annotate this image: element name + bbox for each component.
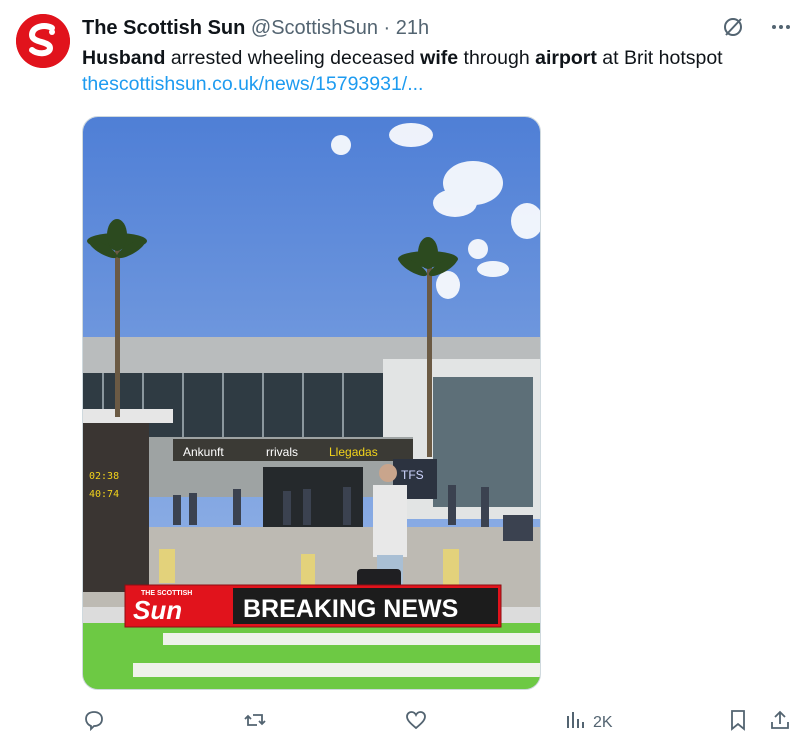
tweet-image[interactable]: Ankunft rrivals Llegadas TFS 02:38 40:74: [82, 116, 541, 690]
author-handle[interactable]: @ScottishSun: [251, 17, 378, 39]
retweet-icon: [243, 708, 267, 737]
tweet-time[interactable]: 21h: [396, 17, 429, 39]
text-plain-1: arrested wheeling deceased: [165, 47, 421, 69]
share-button[interactable]: [768, 708, 792, 737]
reply-icon: [82, 708, 106, 737]
avatar[interactable]: [16, 14, 70, 68]
views-icon: [565, 708, 587, 737]
bookmark-button[interactable]: [726, 708, 750, 737]
tweet-text: Husband arrested wheeling deceased wife …: [82, 46, 723, 70]
text-bold-airport: airport: [535, 47, 597, 69]
banner-brand: Sun: [133, 595, 182, 625]
tweet-actions: 2K: [82, 708, 794, 734]
airport-photo: Ankunft rrivals Llegadas TFS 02:38 40:74: [83, 117, 540, 689]
board-time: 02:38: [89, 471, 119, 482]
scottish-sun-logo: [16, 14, 70, 68]
author-name[interactable]: The Scottish Sun: [82, 17, 245, 39]
share-icon: [768, 708, 792, 737]
like-button[interactable]: [404, 708, 428, 737]
banner-breaking-news: BREAKING NEWS: [243, 595, 458, 623]
reply-button[interactable]: [82, 708, 106, 737]
sign-tfs: TFS: [401, 468, 424, 482]
board-gate: 40:74: [89, 489, 119, 500]
like-icon: [404, 708, 428, 737]
sign-ankunft: Ankunft: [183, 445, 224, 459]
text-bold-husband: Husband: [82, 47, 166, 69]
bookmark-icon: [726, 708, 750, 737]
tweet-top-actions: [720, 14, 794, 40]
text-plain-3: at Brit hotspot: [596, 47, 723, 69]
text-plain-2: through: [458, 47, 536, 69]
text-bold-wife: wife: [420, 47, 459, 69]
grok-icon[interactable]: [720, 14, 746, 40]
views-button[interactable]: 2K: [565, 708, 613, 737]
tweet-header: The Scottish Sun @ScottishSun · 21h: [82, 16, 429, 40]
separator-dot: ·: [383, 17, 391, 39]
retweet-button[interactable]: [243, 708, 267, 737]
sign-llegadas: Llegadas: [329, 445, 378, 459]
sign-arrivals: rrivals: [266, 445, 298, 459]
article-link[interactable]: thescottishsun.co.uk/news/15793931/...: [82, 72, 423, 96]
views-count: 2K: [593, 713, 613, 731]
more-icon[interactable]: [768, 14, 794, 40]
